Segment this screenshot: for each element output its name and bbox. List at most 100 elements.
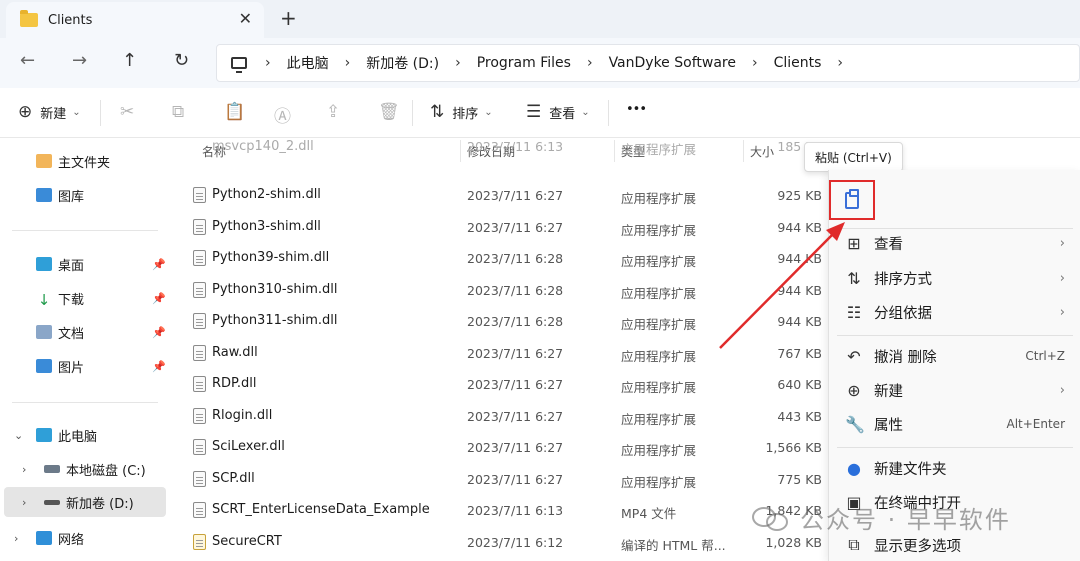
chevron-down-icon: ⌄ bbox=[484, 106, 493, 118]
refresh-button[interactable]: ↻ bbox=[174, 50, 189, 71]
file-row[interactable]: SCP.dll 2023/7/11 6:27 应用程序扩展 775 KB bbox=[180, 464, 830, 495]
file-date: 2023/7/11 6:27 bbox=[467, 346, 564, 361]
file-name: SCRT_EnterLicenseData_Example bbox=[212, 502, 430, 517]
file-icon bbox=[193, 313, 206, 329]
breadcrumb-separator[interactable]: › bbox=[265, 55, 271, 71]
context-menu-item[interactable]: ↶ 撤消 删除 Ctrl+Z bbox=[829, 339, 1080, 373]
breadcrumb-separator[interactable]: › bbox=[752, 55, 758, 71]
rename-button[interactable]: Ⓐ bbox=[274, 102, 299, 127]
context-menu-item[interactable]: ⇅ 排序方式 › bbox=[829, 261, 1080, 295]
gallery-icon bbox=[36, 188, 52, 202]
chevron-right-icon[interactable]: › bbox=[22, 463, 26, 476]
file-size: 1,028 KB bbox=[765, 535, 822, 550]
paste-button[interactable] bbox=[829, 180, 875, 220]
chevron-down-icon[interactable]: ⌄ bbox=[14, 429, 23, 442]
breadcrumb-vandyke[interactable]: VanDyke Software bbox=[609, 55, 736, 71]
file-row[interactable]: Python311-shim.dll 2023/7/11 6:28 应用程序扩展 94… bbox=[180, 306, 830, 337]
sidebar-item-downloads[interactable]: ↓ 下载 📌 bbox=[36, 283, 170, 313]
chevron-right-icon[interactable]: › bbox=[22, 496, 26, 509]
file-row[interactable]: msvcp140_2.dll 2023/7/11 6:13 应用程序扩展 185 KB bbox=[180, 139, 830, 161]
tab-clients[interactable]: Clients ✕ bbox=[6, 2, 264, 38]
file-date: 2023/7/11 6:28 bbox=[467, 314, 564, 329]
address-bar[interactable]: › 此电脑 › 新加卷 (D:) › Program Files › VanDy… bbox=[216, 44, 1080, 82]
file-type: 应用程序扩展 bbox=[621, 475, 697, 490]
file-row[interactable]: Python39-shim.dll 2023/7/11 6:28 应用程序扩展 944… bbox=[180, 243, 830, 274]
sidebar-item-this-pc[interactable]: ⌄ 此电脑 bbox=[14, 420, 170, 450]
sidebar-item-drive-d[interactable]: › 新加卷 (D:) bbox=[4, 487, 166, 517]
file-row[interactable]: SecureCRT 2023/7/11 6:12 编译的 HTML 帮... 1,02… bbox=[180, 527, 830, 558]
paste-toolbar-button[interactable]: 📋 bbox=[224, 102, 253, 122]
context-menu-label: 属性 bbox=[874, 417, 903, 434]
pin-icon[interactable]: 📌 bbox=[152, 292, 166, 305]
share-button[interactable]: ⇪ bbox=[326, 102, 348, 122]
context-menu-item[interactable]: ● 新建文件夹 bbox=[829, 451, 1080, 485]
pin-icon[interactable]: 📌 bbox=[152, 258, 166, 271]
back-button[interactable]: ← bbox=[20, 50, 35, 71]
context-menu-item[interactable]: 🔧 属性 Alt+Enter bbox=[829, 407, 1080, 441]
file-name: Python310-shim.dll bbox=[212, 282, 338, 297]
breadcrumb-separator[interactable]: › bbox=[837, 55, 843, 71]
pin-icon[interactable]: 📌 bbox=[152, 360, 166, 373]
more-options-button[interactable]: ••• bbox=[626, 102, 647, 117]
file-date: 2023/7/11 6:27 bbox=[467, 440, 564, 455]
cut-button[interactable]: ✂ bbox=[120, 102, 142, 122]
breadcrumb-clients[interactable]: Clients bbox=[774, 55, 822, 71]
breadcrumb-program-files[interactable]: Program Files bbox=[477, 55, 571, 71]
grid-view-icon: ⊞ bbox=[847, 233, 861, 253]
file-row[interactable]: Python310-shim.dll 2023/7/11 6:28 应用程序扩展 94… bbox=[180, 275, 830, 306]
group-icon: ☷ bbox=[846, 302, 862, 322]
file-size: 944 KB bbox=[777, 283, 822, 298]
folder-icon bbox=[20, 10, 38, 27]
sidebar-item-pictures[interactable]: 图片 📌 bbox=[36, 351, 170, 381]
file-size: 944 KB bbox=[777, 251, 822, 266]
sort-button[interactable]: ⇅ 排序 ⌄ bbox=[430, 102, 493, 122]
file-type: 应用程序扩展 bbox=[621, 254, 697, 269]
file-size: 443 KB bbox=[777, 409, 822, 424]
file-row[interactable]: RDP.dll 2023/7/11 6:27 应用程序扩展 640 KB bbox=[180, 369, 830, 400]
context-menu-item[interactable]: ⊞ 查看 › bbox=[829, 226, 1080, 260]
file-row[interactable]: SCRT_EnterLicenseData_Example 2023/7/11 6… bbox=[180, 495, 830, 526]
file-row[interactable]: Python2-shim.dll 2023/7/11 6:27 应用程序扩展 925 … bbox=[180, 180, 830, 211]
sort-icon: ⇅ bbox=[430, 102, 445, 122]
drive-icon bbox=[44, 499, 60, 505]
file-row[interactable]: Rlogin.dll 2023/7/11 6:27 应用程序扩展 443 KB bbox=[180, 401, 830, 432]
chevron-right-icon[interactable]: › bbox=[14, 532, 18, 545]
delete-button[interactable]: 🗑 bbox=[378, 102, 408, 122]
new-button[interactable]: ⊕ 新建 ⌄ bbox=[18, 102, 81, 122]
breadcrumb-this-pc[interactable]: 此电脑 bbox=[287, 53, 329, 73]
pin-icon[interactable]: 📌 bbox=[152, 326, 166, 339]
file-icon bbox=[193, 502, 206, 518]
breadcrumb-separator[interactable]: › bbox=[455, 55, 461, 71]
more-icon: ••• bbox=[626, 102, 647, 117]
sidebar-item-gallery[interactable]: 图库 bbox=[36, 180, 170, 210]
sidebar-item-desktop[interactable]: 桌面 📌 bbox=[36, 249, 170, 279]
close-tab-button[interactable]: ✕ bbox=[239, 9, 252, 28]
desktop-icon bbox=[36, 257, 52, 271]
file-row[interactable]: Raw.dll 2023/7/11 6:27 应用程序扩展 767 KB bbox=[180, 338, 830, 369]
sidebar-item-home[interactable]: 主文件夹 bbox=[36, 146, 170, 176]
file-type: 应用程序扩展 bbox=[621, 412, 697, 427]
sidebar-item-drive-c[interactable]: › 本地磁盘 (C:) bbox=[22, 454, 170, 484]
view-button[interactable]: ☰ 查看 ⌄ bbox=[526, 102, 590, 122]
breadcrumb-separator[interactable]: › bbox=[345, 55, 351, 71]
context-menu-item[interactable]: ⊕ 新建 › bbox=[829, 373, 1080, 407]
wechat-icon bbox=[752, 503, 792, 533]
copy-button[interactable]: ⧉ bbox=[172, 102, 192, 122]
sidebar-item-network[interactable]: › 网络 bbox=[14, 523, 170, 553]
file-row[interactable]: SciLexer.dll 2023/7/11 6:27 应用程序扩展 1,566 KB bbox=[180, 432, 830, 463]
divider bbox=[837, 447, 1073, 448]
new-label: 新建 bbox=[40, 106, 67, 122]
up-button[interactable]: ↑ bbox=[122, 50, 137, 71]
context-menu-item[interactable]: ☷ 分组依据 › bbox=[829, 295, 1080, 329]
chevron-down-icon: ⌄ bbox=[72, 106, 81, 118]
file-row[interactable]: Python3-shim.dll 2023/7/11 6:27 应用程序扩展 944 … bbox=[180, 212, 830, 243]
undo-icon: ↶ bbox=[847, 346, 861, 366]
forward-button[interactable]: → bbox=[72, 50, 87, 71]
file-icon bbox=[193, 408, 206, 424]
new-tab-button[interactable]: + bbox=[280, 6, 297, 30]
sidebar-item-documents[interactable]: 文档 📌 bbox=[36, 317, 170, 347]
breadcrumb-separator[interactable]: › bbox=[587, 55, 593, 71]
breadcrumb-drive-d[interactable]: 新加卷 (D:) bbox=[366, 53, 439, 73]
computer-icon bbox=[36, 428, 52, 442]
plus-circle-icon: ⊕ bbox=[847, 380, 861, 400]
